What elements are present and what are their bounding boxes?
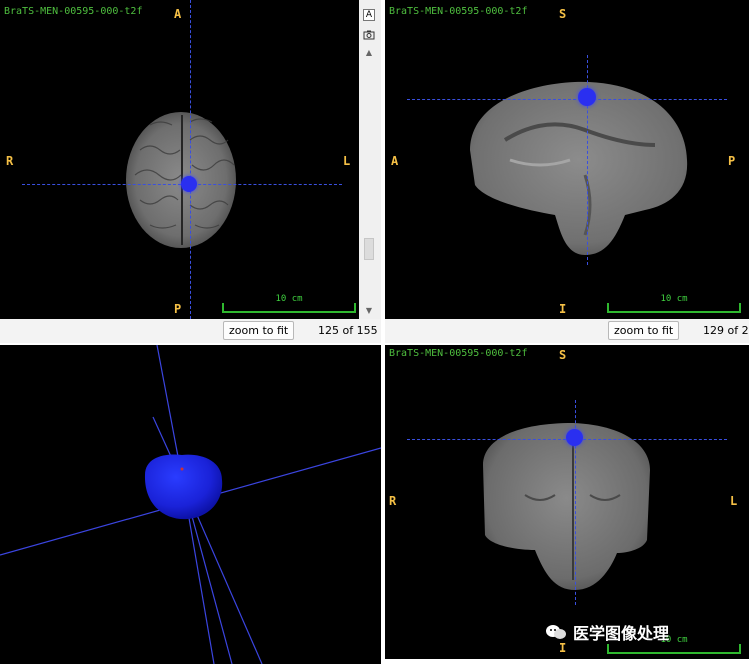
axial-side-toolbar: A ▲ ▼ bbox=[359, 0, 381, 319]
watermark-text: 医学图像处理 bbox=[573, 624, 670, 643]
axial-crosshair-vertical bbox=[190, 0, 191, 319]
3d-render bbox=[0, 345, 381, 664]
axial-viewport[interactable]: BraTS-MEN-00595-000-t2f A R L P 10 cm bbox=[0, 0, 359, 319]
annotation-toggle-icon[interactable]: A bbox=[363, 9, 375, 21]
3d-viewport[interactable] bbox=[0, 345, 381, 664]
sagittal-slice-counter: 129 of 24 bbox=[703, 324, 749, 337]
3d-tumor-mesh bbox=[144, 454, 223, 520]
slice-scrollbar-thumb[interactable] bbox=[364, 238, 374, 260]
sagittal-brain-image bbox=[470, 81, 688, 255]
coronal-viewport[interactable]: BraTS-MEN-00595-000-t2f S R L I 10 cm 医学… bbox=[385, 345, 749, 659]
sagittal-zoom-to-fit-button[interactable]: zoom to fit bbox=[608, 321, 680, 340]
coronal-brain-image bbox=[483, 423, 650, 590]
sagittal-scale-bar: 10 cm bbox=[607, 294, 741, 313]
coronal-tumor-marker bbox=[566, 429, 583, 446]
axial-brain-image bbox=[126, 112, 236, 248]
camera-icon[interactable] bbox=[363, 29, 375, 41]
sagittal-status-bar: zoom to fit 129 of 24 bbox=[385, 319, 749, 343]
axial-tumor-marker bbox=[181, 176, 197, 192]
axial-zoom-to-fit-button[interactable]: zoom to fit bbox=[223, 321, 295, 340]
coronal-scale-bar: 10 cm bbox=[607, 635, 741, 654]
axial-slice-counter: 125 of 155 bbox=[318, 324, 378, 337]
scroll-down-arrow-icon[interactable]: ▼ bbox=[359, 306, 379, 315]
sagittal-crosshair-vertical bbox=[587, 55, 588, 265]
wechat-icon bbox=[545, 623, 567, 641]
wechat-watermark: 医学图像处理 bbox=[545, 620, 669, 644]
sagittal-crosshair-horizontal bbox=[407, 99, 727, 100]
axial-scale-bar: 10 cm bbox=[222, 294, 356, 313]
axial-status-bar: zoom to fit 125 of 155 bbox=[0, 319, 381, 343]
scroll-up-arrow-icon[interactable]: ▲ bbox=[359, 48, 379, 57]
sagittal-viewport[interactable]: BraTS-MEN-00595-000-t2f S A P I 10 cm bbox=[385, 0, 749, 319]
sagittal-tumor-marker bbox=[578, 88, 596, 106]
